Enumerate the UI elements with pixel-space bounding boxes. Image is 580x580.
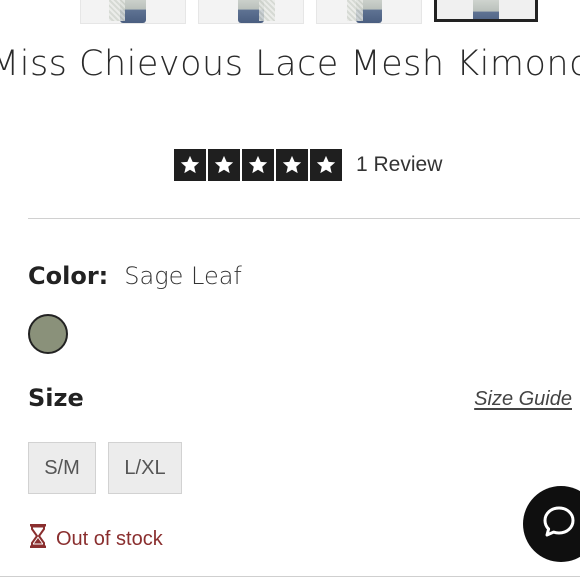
selected-color-value: Sage Leaf xyxy=(124,262,242,290)
size-label: Size xyxy=(28,384,84,412)
product-title: Miss Chievous Lace Mesh Kimono xyxy=(0,44,580,84)
thumbnail-1[interactable] xyxy=(80,0,186,24)
review-count-link[interactable]: 1 Review xyxy=(356,153,442,177)
star-icon xyxy=(174,149,206,181)
thumbnail-4-selected[interactable] xyxy=(434,0,538,22)
chat-bubble-icon xyxy=(541,504,577,544)
chat-button[interactable] xyxy=(523,486,580,562)
thumbnail-2[interactable] xyxy=(198,0,304,24)
size-option-s-m[interactable]: S/M xyxy=(28,442,96,494)
stock-status: Out of stock xyxy=(28,523,163,555)
bottom-divider xyxy=(0,576,580,577)
product-page: Miss Chievous Lace Mesh Kimono 1 Review … xyxy=(0,0,580,580)
stock-status-text: Out of stock xyxy=(56,527,163,550)
thumbnail-strip xyxy=(0,0,580,26)
rating-summary[interactable]: 1 Review xyxy=(174,148,442,182)
divider xyxy=(28,218,580,219)
star-rating xyxy=(174,149,342,181)
star-icon xyxy=(242,149,274,181)
color-selection-header: Color: Sage Leaf xyxy=(28,262,242,290)
color-label: Color: xyxy=(28,262,109,290)
size-guide-link[interactable]: Size Guide xyxy=(474,388,572,411)
size-option-l-xl[interactable]: L/XL xyxy=(108,442,182,494)
star-icon xyxy=(310,149,342,181)
star-icon xyxy=(208,149,240,181)
thumbnail-3[interactable] xyxy=(316,0,422,24)
color-swatch-sage-leaf[interactable] xyxy=(28,314,68,354)
star-icon xyxy=(276,149,308,181)
hourglass-icon xyxy=(28,523,56,555)
size-options: S/M L/XL xyxy=(28,442,182,494)
